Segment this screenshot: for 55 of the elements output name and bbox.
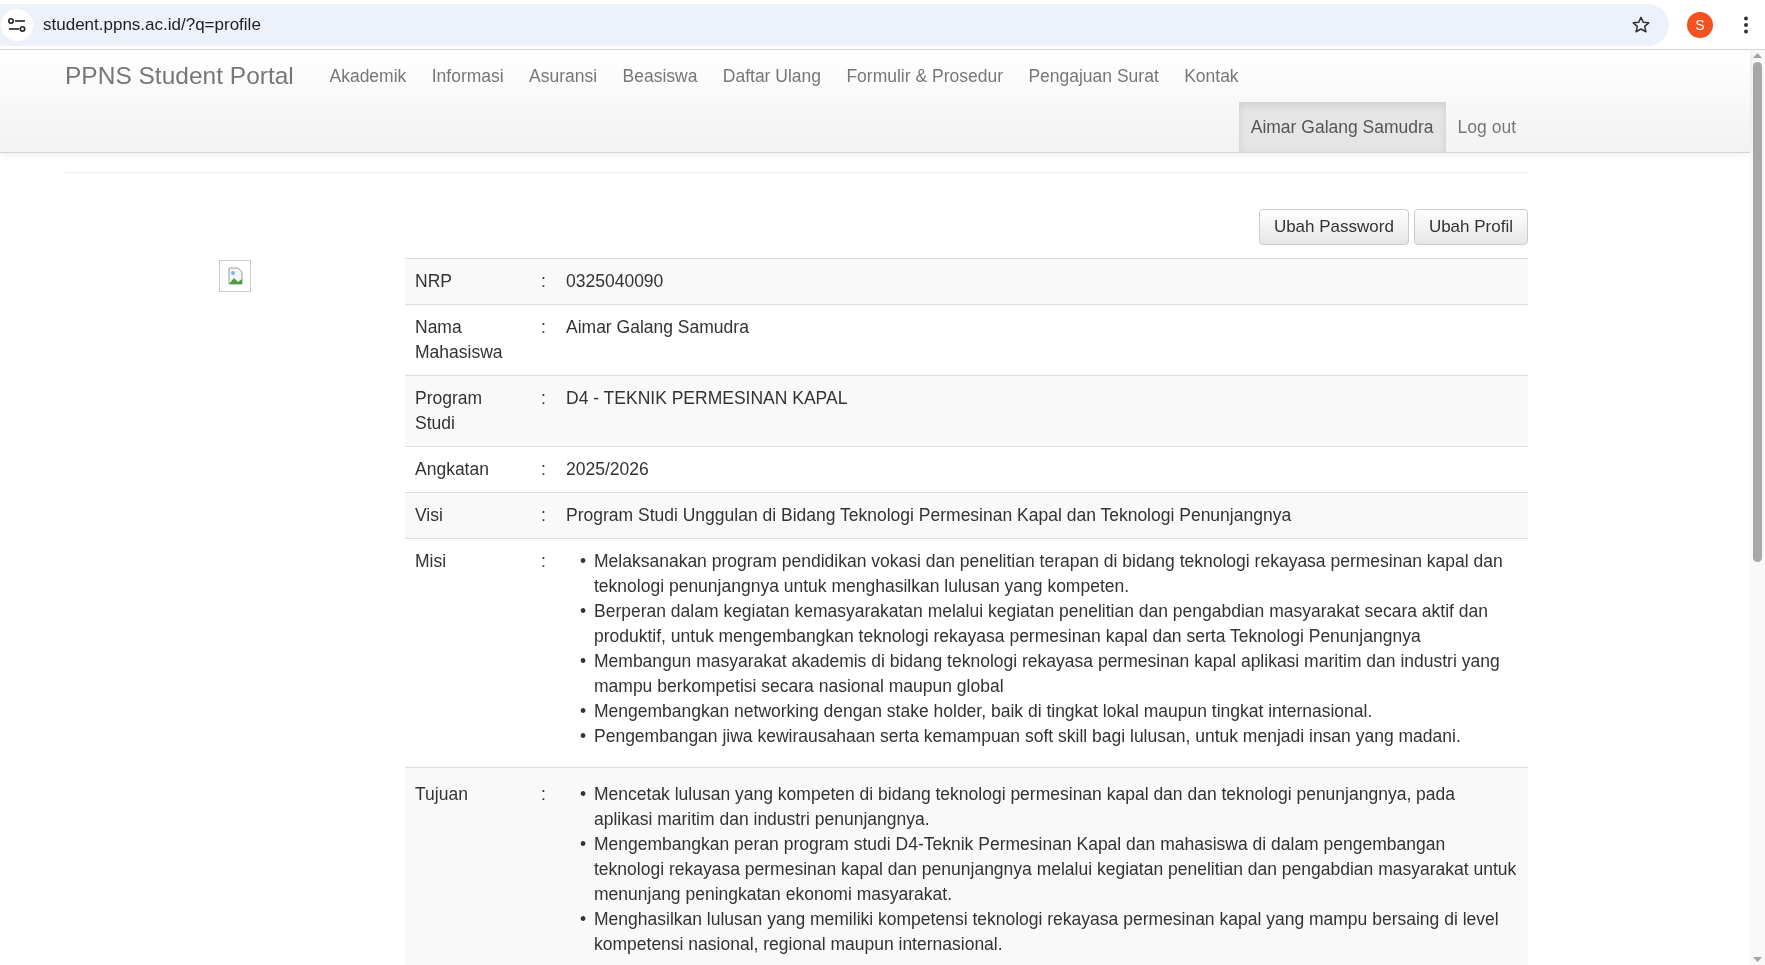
field-label: NRP — [405, 258, 531, 305]
list-bullet: • — [580, 600, 588, 623]
nav-link[interactable]: Pengajuan Surat — [1015, 65, 1172, 87]
list-bullet: • — [580, 783, 588, 806]
field-value: 0325040090 — [556, 258, 1528, 305]
field-label: Tujuan — [405, 767, 531, 965]
field-value: Aimar Galang Samudra — [556, 304, 1528, 376]
nav-link[interactable]: Daftar Ulang — [710, 65, 834, 87]
separator: : — [531, 538, 556, 768]
url-text: student.ppns.ac.id/?q=profile — [43, 14, 262, 35]
list-item: Membangun masyarakat akademis di bidang teknologi rekayasa permesinan kapal aplikasi maritim dan industri yang mampu berkompetisi secara nasional maupun global — [594, 650, 1501, 698]
list-bullet: • — [580, 725, 588, 748]
user-nav-link[interactable]: Log out — [1445, 102, 1528, 152]
separator: : — [531, 492, 556, 539]
nav-link[interactable]: Kontak — [1171, 65, 1252, 87]
field-value: Program Studi Unggulan di Bidang Teknologi Permesinan Kapal dan Teknologi Penunjangnya — [556, 492, 1528, 539]
broken-image-icon — [219, 260, 251, 292]
field-value: 2025/2026 — [556, 446, 1528, 493]
field-label: Visi — [405, 492, 531, 539]
site-settings-icon[interactable] — [1, 8, 33, 41]
profile-avatar[interactable]: S — [1687, 11, 1713, 38]
profile-action-button[interactable]: Ubah Password — [1258, 209, 1409, 245]
nav-link[interactable]: Beasiswa — [609, 65, 711, 87]
separator: : — [531, 446, 556, 493]
field-value: D4 - TEKNIK PERMESINAN KAPAL — [556, 375, 1528, 447]
brand-link[interactable]: PPNS Student Portal — [65, 62, 294, 90]
separator: : — [531, 304, 556, 376]
list-item: Pengembangan jiwa kewirausahaan serta kemampuan soft skill bagi lulusan, untuk menjadi insan yang madani. — [594, 725, 1462, 748]
address-bar[interactable]: student.ppns.ac.id/?q=profile — [0, 3, 1669, 46]
separator: : — [531, 375, 556, 447]
list-bullet: • — [580, 550, 588, 573]
list-bullet: • — [580, 833, 588, 856]
field-label: Misi — [405, 538, 531, 768]
nav-link[interactable]: Asuransi — [516, 65, 610, 87]
separator: : — [531, 767, 556, 965]
list-bullet: • — [580, 650, 588, 673]
bookmark-star-icon[interactable] — [1631, 14, 1651, 35]
list-bullet: • — [580, 908, 588, 931]
user-nav-link[interactable]: Aimar Galang Samudra — [1238, 102, 1446, 152]
list-item: Mengembangkan networking dengan stake holder, baik di tingkat lokal maupun tingkat internasional. — [594, 700, 1374, 723]
nav-link[interactable]: Akademik — [316, 65, 419, 87]
list-item: Mencetak lulusan yang kompeten di bidang teknologi permesinan kapal dan dan teknologi penunjangnya, pada aplikasi maritim dan industri penunjangnya. — [594, 783, 1457, 831]
profile-action-button[interactable]: Ubah Profil — [1413, 209, 1528, 245]
field-label: Angkatan — [405, 446, 531, 493]
menu-icon[interactable] — [1743, 15, 1749, 34]
list-item: Mengembangkan peran program studi D4-Teknik Permesinan Kapal dan mahasiswa di dalam pengembangan teknologi rekayasa permesinan kapal dan penunjangnya melalui kegiatan penelitian dan pengabdian masyarakat untuk menunjang peningkatan ekonomi masyarakat. — [594, 833, 1518, 906]
nav-link[interactable]: Formulir & Prosedur — [833, 65, 1016, 87]
list-item: Menghasilkan lulusan yang memiliki kompetensi teknologi rekayasa permesinan kapal yang mampu bersaing di level kompetensi nasional, regional maupun internasional. — [594, 908, 1500, 956]
list-item: Berperan dalam kegiatan kemasyarakatan melalui kegiatan penelitian dan pengabdian masyarakat secara aktif dan produktif, untuk mengembangkan teknologi rekayasa permesinan kapal dan serta Teknologi Penunjangnya — [594, 600, 1490, 648]
list-bullet: • — [580, 700, 588, 723]
separator: : — [531, 258, 556, 305]
nav-link[interactable]: Informasi — [419, 65, 517, 87]
field-label: Program Studi — [405, 375, 531, 447]
list-item: Melaksanakan program pendidikan vokasi dan penelitian terapan di bidang teknologi rekayasa permesinan kapal dan teknologi penunjangnya untuk menghasilkan lulusan yang kompeten. — [594, 550, 1504, 598]
field-label: Nama Mahasiswa — [405, 304, 531, 376]
